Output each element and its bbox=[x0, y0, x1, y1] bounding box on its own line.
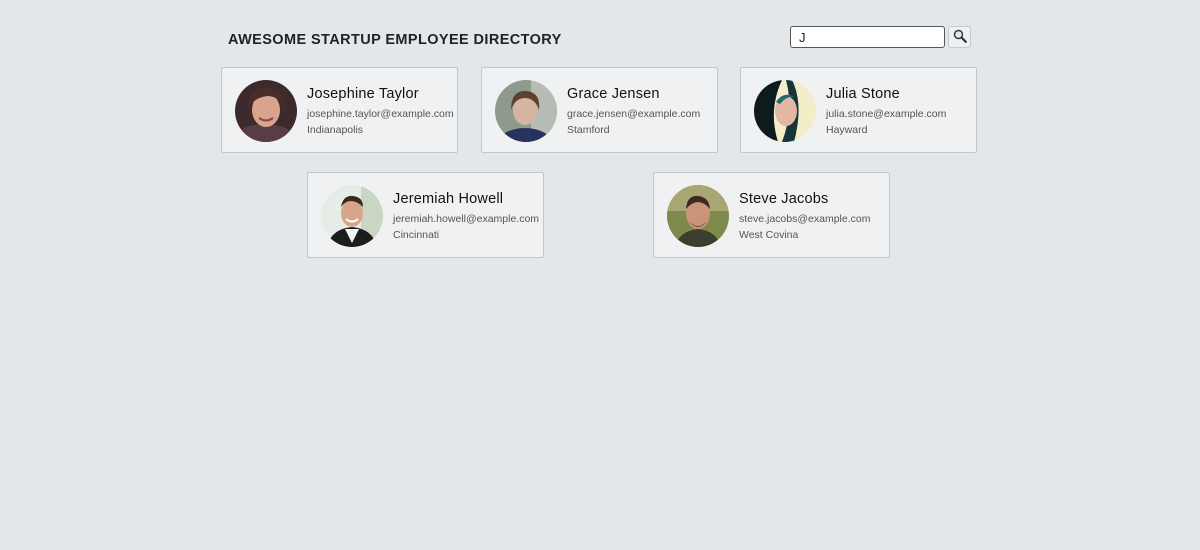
employee-email: jeremiah.howell@example.com bbox=[393, 213, 540, 225]
employee-info: Grace Jensen grace.jensen@example.com St… bbox=[567, 86, 700, 136]
search-button[interactable] bbox=[948, 26, 971, 48]
employee-info: Jeremiah Howell jeremiah.howell@example.… bbox=[393, 191, 539, 241]
employee-location: Indianapolis bbox=[307, 124, 364, 136]
employee-name: Steve Jacobs bbox=[739, 191, 829, 207]
employee-info: Steve Jacobs steve.jacobs@example.com We… bbox=[739, 191, 870, 241]
employee-email: julia.stone@example.com bbox=[826, 108, 947, 120]
employee-name: Julia Stone bbox=[826, 86, 900, 102]
employee-location: Hayward bbox=[826, 124, 868, 136]
search-form bbox=[790, 26, 971, 48]
search-input[interactable] bbox=[790, 26, 945, 48]
employee-name: Josephine Taylor bbox=[307, 86, 419, 102]
employee-card[interactable]: Jeremiah Howell jeremiah.howell@example.… bbox=[307, 172, 544, 258]
employee-directory-page: AWESOME STARTUP EMPLOYEE DIRECTORY Jo bbox=[0, 0, 1200, 550]
employee-email: grace.jensen@example.com bbox=[567, 108, 701, 120]
magnifier-icon bbox=[953, 29, 967, 46]
employee-card[interactable]: Steve Jacobs steve.jacobs@example.com We… bbox=[653, 172, 890, 258]
employee-location: Stamford bbox=[567, 124, 610, 136]
employee-name: Jeremiah Howell bbox=[393, 191, 504, 207]
employee-location: Cincinnati bbox=[393, 229, 440, 241]
employee-location: West Covina bbox=[739, 229, 799, 241]
employee-info: Julia Stone julia.stone@example.com Hayw… bbox=[826, 86, 946, 136]
avatar bbox=[667, 185, 729, 247]
employee-email: steve.jacobs@example.com bbox=[739, 213, 871, 225]
avatar bbox=[754, 80, 816, 142]
employee-card[interactable]: Julia Stone julia.stone@example.com Hayw… bbox=[740, 67, 977, 153]
avatar bbox=[235, 80, 297, 142]
employee-email: josephine.taylor@example.com bbox=[307, 108, 454, 120]
employee-name: Grace Jensen bbox=[567, 86, 660, 102]
avatar bbox=[495, 80, 557, 142]
employee-card[interactable]: Grace Jensen grace.jensen@example.com St… bbox=[481, 67, 718, 153]
employee-info: Josephine Taylor josephine.taylor@exampl… bbox=[307, 86, 454, 136]
avatar bbox=[321, 185, 383, 247]
employee-card[interactable]: Josephine Taylor josephine.taylor@exampl… bbox=[221, 67, 458, 153]
page-title: AWESOME STARTUP EMPLOYEE DIRECTORY bbox=[228, 32, 562, 48]
